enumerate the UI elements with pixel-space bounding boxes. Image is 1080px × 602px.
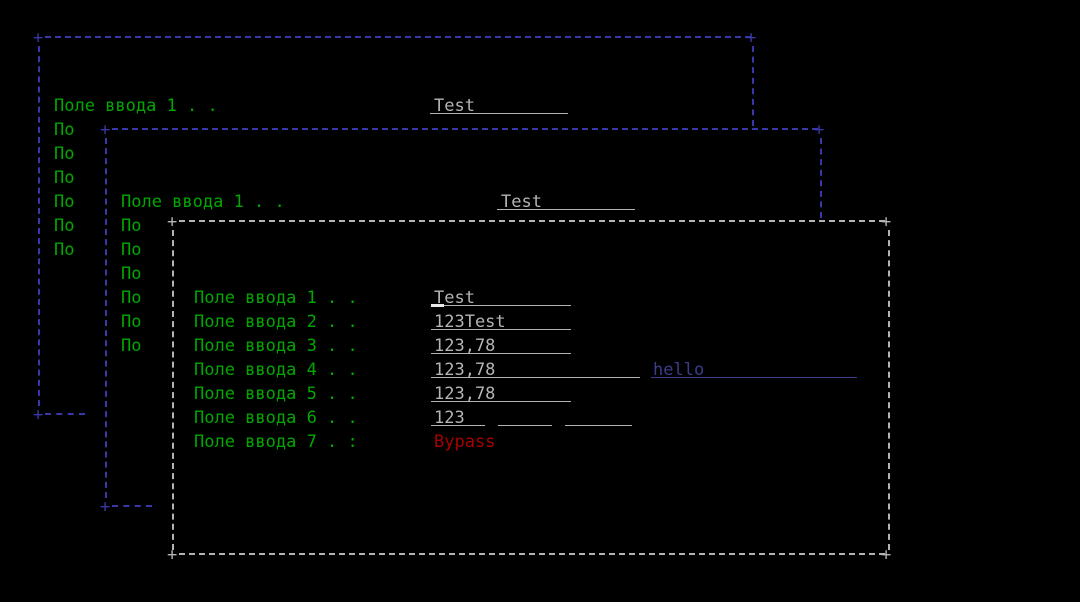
field-7-label: Поле ввода 7 . : — [194, 432, 358, 452]
dialog-2-border-right — [820, 138, 822, 218]
dialog-1-gutter-label: По — [54, 168, 75, 188]
field-4-extra-value[interactable]: hello — [653, 358, 704, 382]
dialog-2-gutter-label: По — [121, 336, 142, 356]
dialog-3-border-top — [179, 220, 885, 222]
dialog-1-gutter-label: По — [54, 120, 75, 140]
dialog-2-field-1-label: Поле ввода 1 . . — [121, 192, 285, 212]
dialog-1-gutter-label: По — [54, 240, 75, 260]
field-6-label: Поле ввода 6 . . — [194, 408, 358, 428]
dialog-3-border-left — [172, 230, 174, 550]
dialog-3-corner-bl: + — [167, 545, 178, 565]
field-4-value[interactable]: 123,78 — [434, 358, 495, 382]
field-3-underline[interactable] — [431, 353, 571, 354]
dialog-2-border-bottom — [112, 505, 152, 507]
dialog-1-gutter-label: По — [54, 144, 75, 164]
field-4-underline[interactable] — [431, 377, 640, 378]
field-4-label: Поле ввода 4 . . — [194, 360, 358, 380]
dialog-1-border-bottom — [45, 413, 85, 415]
field-6-underline-seg-2[interactable] — [498, 425, 552, 426]
dialog-2-border-left — [105, 138, 107, 498]
dialog-3-border-right — [888, 230, 890, 550]
dialog-2-corner-bl: + — [100, 497, 111, 517]
dialog-1-field-1-value[interactable]: Test — [434, 94, 475, 118]
field-4-extra-underline[interactable] — [651, 377, 857, 378]
field-5-underline[interactable] — [431, 401, 571, 402]
dialog-3-corner-br: + — [881, 545, 892, 565]
dialog-1-gutter-label: По — [54, 192, 75, 212]
field-6-underline-seg-3[interactable] — [565, 425, 632, 426]
dialog-2-gutter-label: По — [121, 240, 142, 260]
field-3-value[interactable]: 123,78 — [434, 334, 495, 358]
field-7-value[interactable]: Bypass — [434, 430, 495, 454]
field-2-underline[interactable] — [431, 329, 571, 330]
dialog-1-border-right — [752, 46, 754, 126]
terminal-screen: + + + Поле ввода 1 . . Test По По По По … — [0, 0, 1080, 602]
dialog-1-corner-bl: + — [33, 405, 44, 425]
field-1-underline[interactable] — [431, 305, 571, 306]
dialog-1-border-left — [38, 46, 40, 406]
dialog-1-gutter-label: По — [54, 216, 75, 236]
field-2-value[interactable]: 123Test — [434, 310, 506, 334]
dialog-1-border-top — [45, 36, 751, 38]
field-5-label: Поле ввода 5 . . — [194, 384, 358, 404]
field-1-caret — [431, 304, 444, 307]
field-6-value[interactable]: 123 — [434, 406, 465, 430]
dialog-2-field-1-value[interactable]: Test — [501, 190, 542, 214]
field-1-label: Поле ввода 1 . . — [194, 288, 358, 308]
dialog-2-gutter-label: По — [121, 288, 142, 308]
field-6-underline-seg-1[interactable] — [431, 425, 485, 426]
field-2-label: Поле ввода 2 . . — [194, 312, 358, 332]
dialog-2-gutter-label: По — [121, 312, 142, 332]
field-3-label: Поле ввода 3 . . — [194, 336, 358, 356]
dialog-1-field-1-label: Поле ввода 1 . . — [54, 96, 218, 116]
dialog-2-gutter-label: По — [121, 264, 142, 284]
dialog-2-field-1-underline[interactable] — [497, 209, 635, 210]
dialog-2-gutter-label: По — [121, 216, 142, 236]
dialog-3-border-bottom — [179, 553, 885, 555]
field-5-value[interactable]: 123,78 — [434, 382, 495, 406]
dialog-2-border-top — [112, 128, 818, 130]
dialog-1-field-1-underline[interactable] — [430, 113, 568, 114]
